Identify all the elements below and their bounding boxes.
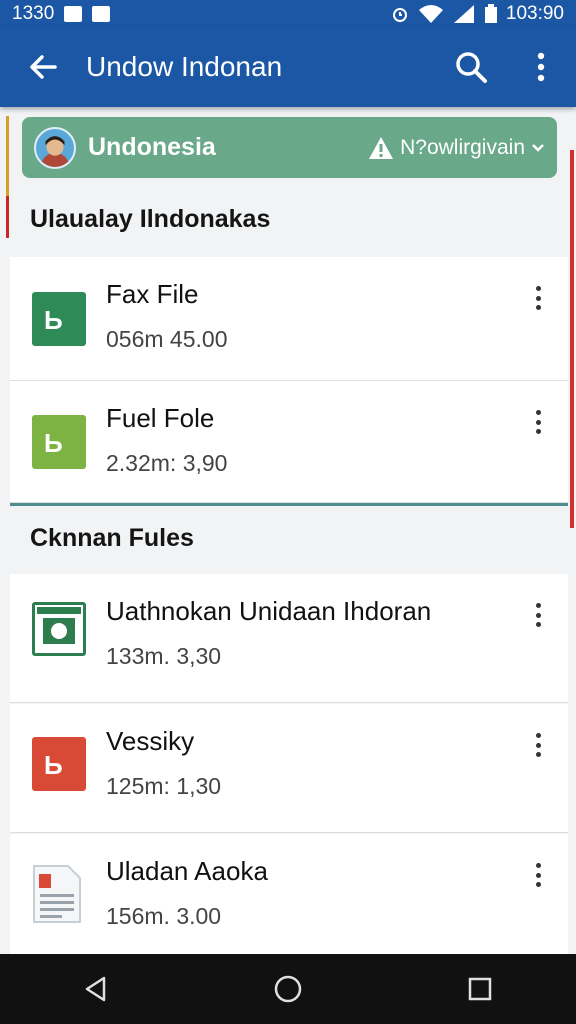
message-icon	[92, 5, 111, 22]
nav-back-button[interactable]	[56, 954, 136, 1024]
list-item[interactable]: Ь Fax File 056m 45.00	[10, 257, 568, 381]
section-divider	[10, 503, 568, 506]
file-meta: 133m. 3,30	[106, 643, 222, 669]
item-more-button[interactable]	[524, 730, 552, 760]
item-more-button[interactable]	[524, 600, 552, 630]
system-navigation-bar	[0, 954, 576, 1024]
region-name: Undonesia	[88, 133, 216, 161]
section-title-recent: Ulaualay Ilndonakas	[30, 205, 271, 233]
chevron-down-icon	[532, 143, 544, 152]
file-lime-icon: Ь	[32, 414, 86, 469]
avatar	[34, 126, 76, 169]
section-title-files: Cknnan Fules	[30, 524, 194, 552]
file-meta: 056m 45.00	[106, 326, 228, 352]
svg-text:Ь: Ь	[44, 750, 63, 778]
nav-home-icon	[274, 975, 302, 1003]
region-dropdown-label: N?owlirgivain	[400, 135, 525, 159]
file-name: Fuel Fole	[106, 403, 215, 433]
battery-icon	[484, 3, 497, 23]
signal-icon	[453, 4, 474, 23]
person-avatar-icon	[40, 135, 70, 167]
svg-text:Ь: Ь	[44, 305, 63, 333]
notification-icon	[64, 5, 83, 22]
file-red-icon: Ь	[32, 737, 86, 791]
nav-recents-button[interactable]	[440, 954, 520, 1024]
document-icon	[32, 864, 82, 924]
app-bar: Undow Indonan	[0, 27, 576, 107]
list-item[interactable]: Ь Fuel Fole 2.32m: 3,90	[10, 381, 568, 503]
file-meta: 125m: 1,30	[106, 773, 222, 799]
nav-home-button[interactable]	[248, 954, 328, 1024]
item-more-button[interactable]	[524, 283, 552, 313]
item-more-button[interactable]	[524, 407, 552, 437]
status-time-left: 1330	[12, 2, 55, 24]
back-arrow-icon	[30, 55, 57, 79]
file-meta: 156m. 3.00	[106, 903, 222, 929]
page-title: Undow Indonan	[86, 51, 283, 82]
left-accent-strip-red	[6, 196, 9, 238]
search-icon	[456, 52, 487, 83]
region-selector-bar[interactable]: Undonesia N?owlirgivain	[22, 117, 557, 178]
file-name: Fax File	[106, 279, 199, 309]
nav-recents-icon	[468, 977, 492, 1001]
nav-back-icon	[85, 976, 106, 1002]
scrollbar[interactable]	[570, 150, 574, 528]
region-dropdown[interactable]: N?owlirgivain	[368, 136, 545, 160]
file-name: Uladan Aaoka	[106, 856, 268, 886]
item-more-button[interactable]	[524, 860, 552, 890]
alarm-icon	[392, 7, 407, 22]
file-meta: 2.32m: 3,90	[106, 450, 228, 476]
list-item[interactable]: Uladan Aaoka 156m. 3.00	[10, 834, 568, 954]
back-button[interactable]	[0, 27, 86, 107]
list-item[interactable]: Uathnokan Unidaan Ihdoran 133m. 3,30	[10, 574, 568, 703]
more-vert-icon	[537, 52, 545, 82]
wifi-icon	[418, 4, 443, 23]
file-name: Uathnokan Unidaan Ihdoran	[106, 596, 432, 626]
overflow-menu-button[interactable]	[506, 27, 576, 107]
status-time-right: 103:90	[505, 2, 564, 24]
list-item[interactable]: Ь Vessiky 125m: 1,30	[10, 704, 568, 833]
svg-text:Ь: Ь	[44, 428, 63, 456]
search-button[interactable]	[436, 27, 506, 107]
file-name: Vessiky	[106, 726, 195, 756]
sheet-green-icon	[32, 602, 86, 656]
file-green-icon: Ь	[32, 291, 86, 346]
status-bar: 1330 103:90	[0, 0, 576, 27]
warning-icon	[369, 136, 394, 159]
